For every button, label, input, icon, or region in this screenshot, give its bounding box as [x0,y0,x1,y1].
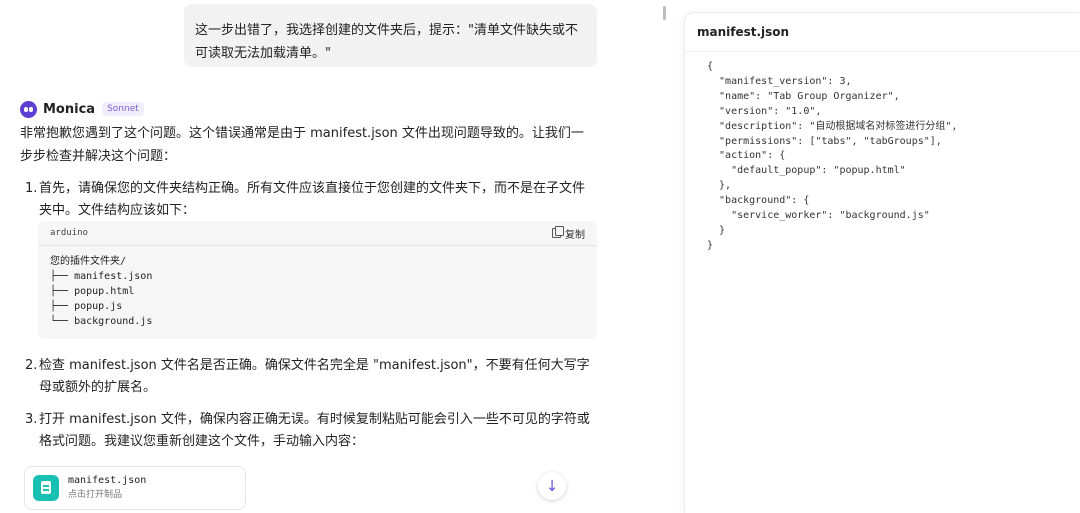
user-message-text: 这一步出错了，我选择创建的文件夹后，提示："清单文件缺失或不可读取无法加载清单。… [195,23,578,61]
code-line: "manifest_version": 3, [707,75,852,87]
code-block-content: 您的插件文件夹/ ├── manifest.json ├── popup.htm… [50,256,153,327]
code-line: "description": "自动根据域名对标签进行分组", [707,120,958,132]
list-item: 1. 首先，请确保您的文件夹结构正确。所有文件应该直接位于您创建的文件夹下，而不… [25,178,594,222]
list-item-text: 打开 manifest.json 文件，确保内容正确无误。有时候复制粘贴可能会引… [39,412,590,449]
artifact-code: { "manifest_version": 3, "name": "Tab Gr… [707,60,957,254]
file-icon [33,475,59,501]
artifact-panel-title: manifest.json [697,25,790,39]
file-card-subtitle: 点击打开制品 [68,490,123,500]
list-item: 3. 打开 manifest.json 文件，确保内容正确无误。有时候复制粘贴可… [25,409,594,453]
monica-avatar-icon [20,100,37,118]
panel-resize-handle[interactable] [663,6,666,20]
code-line: "name": "Tab Group Organizer", [707,90,900,102]
model-badge: Sonnet [102,102,144,116]
code-line: "service_worker": "background.js" [707,210,930,222]
copy-button-label: 复制 [565,229,585,241]
chat-area: 这一步出错了，我选择创建的文件夹后，提示："清单文件缺失或不可读取无法加载清单。… [0,0,615,512]
user-message-bubble: 这一步出错了，我选择创建的文件夹后，提示："清单文件缺失或不可读取无法加载清单。… [184,4,597,67]
list-item-text: 首先，请确保您的文件夹结构正确。所有文件应该直接位于您创建的文件夹下，而不是在子… [39,181,586,218]
code-line: "permissions": ["tabs", "tabGroups"], [707,135,942,147]
code-line: "default_popup": "popup.html" [707,165,906,177]
code-line: }, [707,180,732,192]
copy-button[interactable]: 复制 [552,226,585,241]
file-card-name: manifest.json [68,475,147,486]
assistant-header: Monica Sonnet [20,99,144,119]
copy-icon [552,226,564,238]
code-line: { [707,61,714,72]
list-item-number: 2. [25,358,38,373]
scroll-to-bottom-button[interactable]: ↓ [538,472,566,500]
panel-divider [685,51,1080,52]
assistant-name: Monica [43,101,96,117]
list-item-text: 检查 manifest.json 文件名是否正确。确保文件名完全是 "manif… [39,358,590,395]
artifact-file-card[interactable]: manifest.json 点击打开制品 [24,466,246,510]
list-item-number: 3. [25,412,38,427]
file-card-text: manifest.json 点击打开制品 [68,474,146,502]
list-item-number: 1. [25,181,38,196]
artifact-panel: manifest.json { "manifest_version": 3, "… [684,12,1080,513]
code-line: "background": { [707,195,810,207]
code-line: } [707,239,714,251]
code-block-header: arduino 复制 [38,221,597,246]
code-line: } [707,224,726,236]
list-item: 2. 检查 manifest.json 文件名是否正确。确保文件名完全是 "ma… [25,355,594,399]
arrow-down-icon: ↓ [545,477,559,495]
code-block: arduino 复制 您的插件文件夹/ ├── manifest.json ├─… [38,221,597,339]
code-line: "action": { [707,150,786,162]
code-line: "version": "1.0", [707,105,822,117]
assistant-intro: 非常抱歉您遇到了这个问题。这个错误通常是由于 manifest.json 文件出… [20,126,584,164]
code-language-label: arduino [50,228,88,238]
